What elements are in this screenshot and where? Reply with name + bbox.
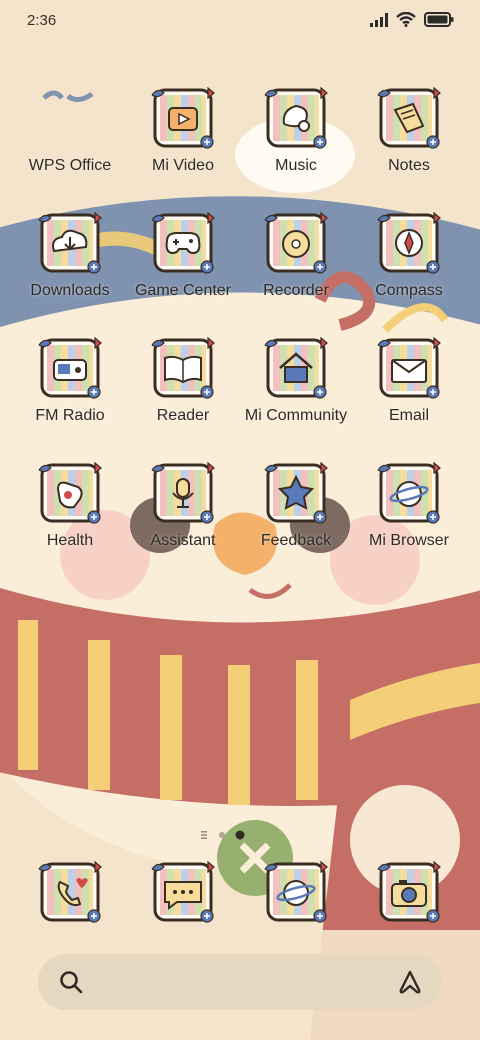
wps-office-icon	[42, 90, 94, 102]
music-icon	[264, 86, 328, 150]
app-label: Reader	[156, 407, 210, 424]
downloads-icon	[38, 211, 102, 275]
app-mi-video[interactable]: Mi Video	[127, 86, 239, 175]
status-bar: 2:36	[0, 0, 480, 44]
mi-browser-icon	[377, 461, 441, 525]
app-label: Music	[275, 157, 317, 174]
app-music[interactable]: Music	[240, 86, 352, 175]
search-icon[interactable]	[58, 969, 84, 995]
status-time: 2:36	[27, 12, 57, 29]
email-icon	[377, 336, 441, 400]
wifi-icon	[396, 12, 416, 27]
compass-icon	[377, 211, 441, 275]
search-bar[interactable]	[38, 954, 442, 1010]
mi-video-icon	[151, 86, 215, 150]
app-label: Downloads	[30, 282, 110, 299]
app-label: FM Radio	[35, 407, 105, 424]
assistant-icon	[151, 461, 215, 525]
health-icon	[38, 461, 102, 525]
app-label: Mi Video	[152, 157, 214, 174]
app-label: Game Center	[134, 282, 232, 299]
app-health[interactable]: Health	[14, 461, 126, 550]
app-email[interactable]: Email	[353, 336, 465, 425]
app-label: WPS Office	[28, 157, 112, 174]
app-recorder[interactable]: Recorder	[240, 211, 352, 300]
game-center-icon	[151, 211, 215, 275]
mi-community-icon	[264, 336, 328, 400]
dock-camera[interactable]	[376, 860, 442, 924]
app-mi-community[interactable]: Mi Community	[240, 336, 352, 425]
app-downloads[interactable]: Downloads	[14, 211, 126, 300]
messages-icon	[150, 860, 216, 924]
app-feedback[interactable]: Feedback	[240, 461, 352, 550]
fm-radio-icon	[38, 336, 102, 400]
app-notes[interactable]: Notes	[353, 86, 465, 175]
app-compass[interactable]: Compass	[353, 211, 465, 300]
reader-icon	[151, 336, 215, 400]
battery-icon	[424, 12, 454, 27]
dock-messages[interactable]	[150, 860, 216, 924]
browser-icon	[263, 860, 329, 924]
status-icons	[370, 12, 454, 27]
app-label: Notes	[388, 157, 430, 174]
assistant-logo-icon[interactable]	[396, 969, 424, 995]
page-dot-2	[219, 832, 225, 838]
app-label: Email	[388, 407, 429, 424]
camera-icon	[376, 860, 442, 924]
app-mi-browser[interactable]: Mi Browser	[353, 461, 465, 550]
app-fm-radio[interactable]: FM Radio	[14, 336, 126, 425]
notes-icon	[377, 86, 441, 150]
app-reader[interactable]: Reader	[127, 336, 239, 425]
app-assistant[interactable]: Assistant	[127, 461, 239, 550]
app-label: Mi Browser	[368, 532, 449, 549]
app-game-center[interactable]: Game Center	[127, 211, 239, 300]
phone-icon	[37, 860, 103, 924]
app-wps-office[interactable]: WPS Office	[14, 86, 126, 175]
app-label: Feedback	[260, 532, 332, 549]
page-dot-current	[235, 830, 245, 840]
feedback-icon	[264, 461, 328, 525]
app-label: Compass	[375, 282, 443, 299]
app-label: Assistant	[150, 532, 216, 549]
app-label: Mi Community	[244, 407, 348, 424]
app-label: Recorder	[263, 282, 329, 299]
app-label: Health	[46, 532, 94, 549]
page-indicator[interactable]	[200, 828, 260, 842]
signal-icon	[370, 12, 388, 27]
recorder-icon	[264, 211, 328, 275]
dock-browser[interactable]	[263, 860, 329, 924]
dock-phone[interactable]	[37, 860, 103, 924]
page-dot-1	[201, 831, 207, 839]
